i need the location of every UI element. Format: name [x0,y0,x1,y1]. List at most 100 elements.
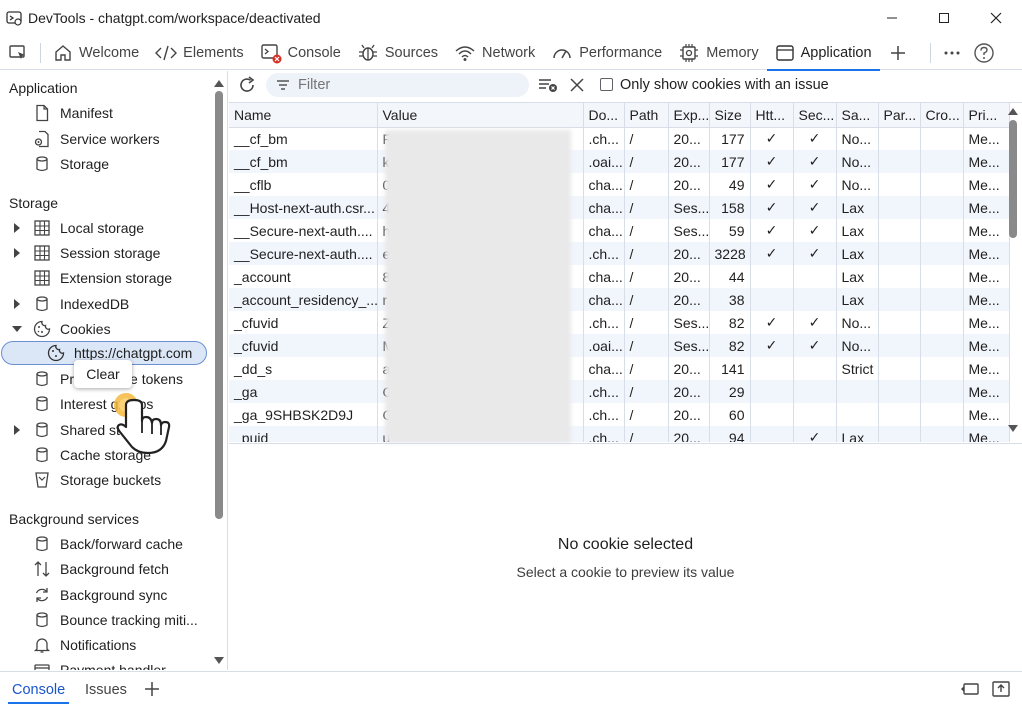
cookie-icon [47,344,65,362]
sidebar-item-shared-storage[interactable]: Shared storage [0,418,212,442]
sidebar-item-storage[interactable]: Storage [0,152,212,176]
sidebar-item-background-fetch[interactable]: Background fetch [0,557,212,581]
table-cell [793,288,837,311]
sidebar-item-extension-storage[interactable]: Extension storage [0,266,212,290]
close-window-button[interactable] [970,0,1022,36]
collapse-arrow-icon[interactable] [12,324,22,334]
table-cell: No... [836,127,879,150]
filter-icon [277,80,289,90]
sidebar-item-background-sync[interactable]: Background sync [0,583,212,607]
sidebar-item-local-storage[interactable]: Local storage [0,216,212,240]
refresh-icon[interactable] [237,75,257,95]
column-header[interactable]: Sa... [836,103,879,128]
column-header[interactable]: Pri... [963,103,1010,128]
table-row[interactable]: __Host-next-auth.csr...4cha.../Ses...158… [229,196,1010,219]
minimize-button[interactable] [866,0,918,36]
table-cell: 20... [668,173,710,196]
drawer-tab-issues[interactable]: Issues [85,672,127,707]
tab-console[interactable]: Console [252,36,349,70]
table-row[interactable]: _cfuvidZ.ch.../Ses...82✓✓No...Me... [229,311,1010,334]
sidebar-item-manifest[interactable]: Manifest [0,101,212,125]
table-cell: ✓ [750,196,794,219]
table-row[interactable]: __cf_bmk.oai.../20...177✓✓No...Me... [229,150,1010,173]
tab-performance[interactable]: Performance [543,36,670,70]
tab-application[interactable]: Application [766,36,880,71]
sidebar-item-interest-groups[interactable]: Interest groups [0,392,212,416]
table-row[interactable]: __Secure-next-auth....e.ch.../20...3228✓… [229,242,1010,265]
tab-network[interactable]: Network [446,36,543,70]
expand-arrow-icon[interactable] [12,248,22,258]
table-row[interactable]: __cf_bmF.ch.../20...177✓✓No...Me... [229,127,1010,150]
column-header[interactable]: Htt... [750,103,794,128]
sidebar-item-indexeddb[interactable]: IndexedDB [0,292,212,316]
devtools-tab-bar: Welcome Elements Console Sources Network… [0,36,1022,71]
expand-arrow-icon[interactable] [12,425,22,435]
column-header[interactable]: Path [624,103,669,128]
maximize-button[interactable] [918,0,970,36]
more-options-button[interactable] [935,36,969,70]
clear-all-icon[interactable] [538,77,558,93]
table-row[interactable]: _dd_sacha.../20...141StrictMe... [229,357,1010,380]
table-row[interactable]: _cfuvidM.oai.../Ses...82✓✓No...Me... [229,334,1010,357]
tab-elements[interactable]: Elements [147,36,251,70]
sidebar-item-back-forward-cache[interactable]: Back/forward cache [0,532,212,556]
table-row[interactable]: __cflb0cha.../20...49✓✓No...Me... [229,173,1010,196]
add-drawer-tab-icon[interactable] [143,680,161,698]
sidebar-scrollbar[interactable] [215,91,223,519]
table-row[interactable]: __Secure-next-auth....hcha.../Ses...59✓✓… [229,219,1010,242]
column-header[interactable]: Size [709,103,751,128]
sidebar-item-service-workers[interactable]: Service workers [0,127,212,151]
tab-sources[interactable]: Sources [349,36,446,70]
sidebar-item-storage-buckets[interactable]: Storage buckets [0,468,212,492]
column-header[interactable]: Cro... [920,103,964,128]
expand-arrow-icon[interactable] [12,299,22,309]
sidebar-item-cookies[interactable]: Cookies [0,317,212,341]
dock-icon[interactable] [960,680,980,698]
context-menu-clear[interactable]: Clear [74,360,132,388]
table-cell: Me... [963,265,1010,288]
scroll-down-arrow-icon[interactable] [1008,425,1018,433]
table-cell: ✓ [750,173,794,196]
table-cell: 158 [709,196,751,219]
preview-title: No cookie selected [557,536,694,553]
inspect-element-button[interactable] [0,36,36,70]
filter-box[interactable] [266,73,529,97]
clear-menu-item[interactable]: Clear [86,366,119,382]
undock-drawer-icon[interactable] [991,680,1011,698]
filter-input[interactable] [298,77,498,93]
database-icon [36,447,48,463]
sidebar-item-cache-storage[interactable]: Cache storage [0,443,212,467]
table-cell [878,265,921,288]
tab-welcome[interactable]: Welcome [45,36,147,70]
column-header[interactable]: Value [377,103,584,128]
table-cell: / [624,219,669,242]
only-issue-checkbox[interactable] [600,78,613,91]
sidebar-item-session-storage[interactable]: Session storage [0,241,212,265]
table-scrollbar[interactable] [1009,120,1017,238]
expand-arrow-icon[interactable] [12,223,22,233]
drawer-tab-console[interactable]: Console [7,672,70,707]
sidebar-item-payment-handler[interactable]: Payment handler [0,658,212,670]
sidebar-item-notifications[interactable]: Notifications [0,633,212,657]
table-row[interactable]: _gaG.ch.../20...29Me... [229,380,1010,403]
table-cell: cha... [583,357,625,380]
table-row[interactable]: _account8cha.../20...44LaxMe... [229,265,1010,288]
table-row[interactable]: _account_residency_...rcha.../20...38Lax… [229,288,1010,311]
column-header[interactable]: Sec... [793,103,837,128]
column-header[interactable]: Par... [878,103,921,128]
table-row[interactable]: _ga_9SHBSK2D9JG.ch.../20...60Me... [229,403,1010,426]
column-header[interactable]: Do... [583,103,625,128]
scroll-up-arrow-icon[interactable] [214,79,224,87]
column-header[interactable]: Exp... [668,103,710,128]
scroll-down-arrow-icon[interactable] [214,657,224,665]
tab-memory[interactable]: Memory [670,36,766,70]
scroll-up-arrow-icon[interactable] [1008,107,1018,115]
help-button[interactable] [969,36,999,70]
more-tabs-button[interactable] [880,36,916,70]
column-header[interactable]: Name [229,103,378,128]
database-icon [36,296,48,312]
table-row[interactable]: _puidu.ch.../20...94✓LaxMe... [229,426,1010,442]
table-cell: 20... [668,403,710,426]
sidebar-item-bounce-tracking[interactable]: Bounce tracking miti... [0,608,212,632]
delete-selected-icon[interactable] [569,77,585,93]
